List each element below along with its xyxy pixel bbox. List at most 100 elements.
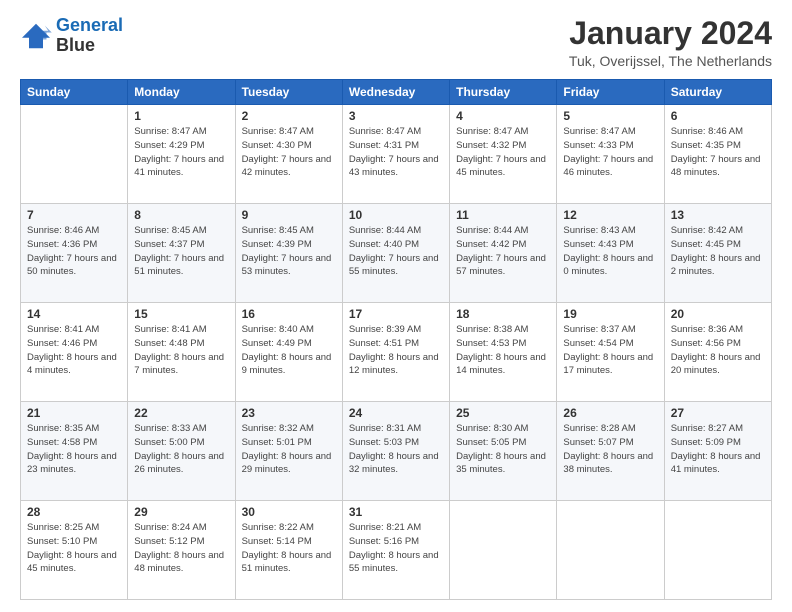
day-number: 24 bbox=[349, 406, 443, 420]
day-info: Sunrise: 8:30 AM Sunset: 5:05 PM Dayligh… bbox=[456, 422, 550, 477]
calendar-cell bbox=[557, 501, 664, 600]
day-number: 19 bbox=[563, 307, 657, 321]
calendar-cell bbox=[664, 501, 771, 600]
day-number: 22 bbox=[134, 406, 228, 420]
calendar-cell: 7 Sunrise: 8:46 AM Sunset: 4:36 PM Daylig… bbox=[21, 204, 128, 303]
day-info: Sunrise: 8:42 AM Sunset: 4:45 PM Dayligh… bbox=[671, 224, 765, 279]
logo-icon bbox=[20, 22, 52, 50]
calendar-header-monday: Monday bbox=[128, 80, 235, 105]
day-number: 1 bbox=[134, 109, 228, 123]
day-info: Sunrise: 8:47 AM Sunset: 4:31 PM Dayligh… bbox=[349, 125, 443, 180]
calendar-header-friday: Friday bbox=[557, 80, 664, 105]
calendar-week-row: 14Sunrise: 8:41 AM Sunset: 4:46 PM Dayli… bbox=[21, 303, 772, 402]
day-number: 15 bbox=[134, 307, 228, 321]
day-number: 6 bbox=[671, 109, 765, 123]
day-number: 26 bbox=[563, 406, 657, 420]
calendar-cell: 31 Sunrise: 8:21 AM Sunset: 5:16 PM Dayli… bbox=[342, 501, 449, 600]
calendar-cell: 23 Sunrise: 8:32 AM Sunset: 5:01 PM Dayli… bbox=[235, 402, 342, 501]
calendar-cell: 27 Sunrise: 8:27 AM Sunset: 5:09 PM Dayli… bbox=[664, 402, 771, 501]
day-info: Sunrise: 8:33 AM Sunset: 5:00 PM Dayligh… bbox=[134, 422, 228, 477]
day-info: Sunrise: 8:45 AM Sunset: 4:39 PM Dayligh… bbox=[242, 224, 336, 279]
day-number: 8 bbox=[134, 208, 228, 222]
calendar-cell: 17 Sunrise: 8:39 AM Sunset: 4:51 PM Dayli… bbox=[342, 303, 449, 402]
day-number: 23 bbox=[242, 406, 336, 420]
day-info: Sunrise: 8:47 AM Sunset: 4:33 PM Dayligh… bbox=[563, 125, 657, 180]
page: General Blue January 2024 Tuk, Overijsse… bbox=[0, 0, 792, 612]
calendar-cell: 1 Sunrise: 8:47 AM Sunset: 4:29 PM Daylig… bbox=[128, 105, 235, 204]
calendar-cell: 13 Sunrise: 8:42 AM Sunset: 4:45 PM Dayli… bbox=[664, 204, 771, 303]
day-info: Sunrise: 8:40 AM Sunset: 4:49 PM Dayligh… bbox=[242, 323, 336, 378]
day-number: 25 bbox=[456, 406, 550, 420]
header: General Blue January 2024 Tuk, Overijsse… bbox=[20, 16, 772, 69]
day-info: Sunrise: 8:47 AM Sunset: 4:32 PM Dayligh… bbox=[456, 125, 550, 180]
calendar-header-thursday: Thursday bbox=[450, 80, 557, 105]
day-info: Sunrise: 8:25 AM Sunset: 5:10 PM Dayligh… bbox=[27, 521, 121, 576]
calendar-cell: 20 Sunrise: 8:36 AM Sunset: 4:56 PM Dayli… bbox=[664, 303, 771, 402]
calendar-cell bbox=[21, 105, 128, 204]
day-number: 13 bbox=[671, 208, 765, 222]
day-info: Sunrise: 8:46 AM Sunset: 4:35 PM Dayligh… bbox=[671, 125, 765, 180]
day-number: 29 bbox=[134, 505, 228, 519]
calendar-cell: 26Sunrise: 8:28 AM Sunset: 5:07 PM Dayli… bbox=[557, 402, 664, 501]
day-number: 4 bbox=[456, 109, 550, 123]
day-info: Sunrise: 8:38 AM Sunset: 4:53 PM Dayligh… bbox=[456, 323, 550, 378]
logo: General Blue bbox=[20, 16, 123, 56]
calendar-cell: 14Sunrise: 8:41 AM Sunset: 4:46 PM Dayli… bbox=[21, 303, 128, 402]
calendar-table: SundayMondayTuesdayWednesdayThursdayFrid… bbox=[20, 79, 772, 600]
day-info: Sunrise: 8:47 AM Sunset: 4:29 PM Dayligh… bbox=[134, 125, 228, 180]
logo-text: General Blue bbox=[56, 16, 123, 56]
day-number: 9 bbox=[242, 208, 336, 222]
calendar-cell bbox=[450, 501, 557, 600]
day-info: Sunrise: 8:27 AM Sunset: 5:09 PM Dayligh… bbox=[671, 422, 765, 477]
day-number: 20 bbox=[671, 307, 765, 321]
calendar-header-saturday: Saturday bbox=[664, 80, 771, 105]
day-number: 7 bbox=[27, 208, 121, 222]
day-number: 5 bbox=[563, 109, 657, 123]
calendar-cell: 2Sunrise: 8:47 AM Sunset: 4:30 PM Daylig… bbox=[235, 105, 342, 204]
calendar-week-row: 21Sunrise: 8:35 AM Sunset: 4:58 PM Dayli… bbox=[21, 402, 772, 501]
day-number: 16 bbox=[242, 307, 336, 321]
calendar-cell: 21Sunrise: 8:35 AM Sunset: 4:58 PM Dayli… bbox=[21, 402, 128, 501]
day-number: 27 bbox=[671, 406, 765, 420]
calendar-cell: 15 Sunrise: 8:41 AM Sunset: 4:48 PM Dayli… bbox=[128, 303, 235, 402]
title-block: January 2024 Tuk, Overijssel, The Nether… bbox=[569, 16, 772, 69]
calendar-header-row: SundayMondayTuesdayWednesdayThursdayFrid… bbox=[21, 80, 772, 105]
day-number: 30 bbox=[242, 505, 336, 519]
calendar-week-row: 28Sunrise: 8:25 AM Sunset: 5:10 PM Dayli… bbox=[21, 501, 772, 600]
calendar-header-tuesday: Tuesday bbox=[235, 80, 342, 105]
day-number: 17 bbox=[349, 307, 443, 321]
calendar-cell: 24 Sunrise: 8:31 AM Sunset: 5:03 PM Dayli… bbox=[342, 402, 449, 501]
calendar-cell: 4 Sunrise: 8:47 AM Sunset: 4:32 PM Daylig… bbox=[450, 105, 557, 204]
day-number: 18 bbox=[456, 307, 550, 321]
day-info: Sunrise: 8:36 AM Sunset: 4:56 PM Dayligh… bbox=[671, 323, 765, 378]
calendar-cell: 12Sunrise: 8:43 AM Sunset: 4:43 PM Dayli… bbox=[557, 204, 664, 303]
day-info: Sunrise: 8:37 AM Sunset: 4:54 PM Dayligh… bbox=[563, 323, 657, 378]
day-number: 11 bbox=[456, 208, 550, 222]
day-number: 14 bbox=[27, 307, 121, 321]
day-info: Sunrise: 8:46 AM Sunset: 4:36 PM Dayligh… bbox=[27, 224, 121, 279]
day-info: Sunrise: 8:43 AM Sunset: 4:43 PM Dayligh… bbox=[563, 224, 657, 279]
calendar-cell: 22 Sunrise: 8:33 AM Sunset: 5:00 PM Dayli… bbox=[128, 402, 235, 501]
calendar-header-wednesday: Wednesday bbox=[342, 80, 449, 105]
day-info: Sunrise: 8:32 AM Sunset: 5:01 PM Dayligh… bbox=[242, 422, 336, 477]
day-info: Sunrise: 8:31 AM Sunset: 5:03 PM Dayligh… bbox=[349, 422, 443, 477]
day-number: 2 bbox=[242, 109, 336, 123]
day-info: Sunrise: 8:39 AM Sunset: 4:51 PM Dayligh… bbox=[349, 323, 443, 378]
day-info: Sunrise: 8:21 AM Sunset: 5:16 PM Dayligh… bbox=[349, 521, 443, 576]
calendar-cell: 29Sunrise: 8:24 AM Sunset: 5:12 PM Dayli… bbox=[128, 501, 235, 600]
calendar-header-sunday: Sunday bbox=[21, 80, 128, 105]
calendar-cell: 9 Sunrise: 8:45 AM Sunset: 4:39 PM Daylig… bbox=[235, 204, 342, 303]
calendar-cell: 19 Sunrise: 8:37 AM Sunset: 4:54 PM Dayli… bbox=[557, 303, 664, 402]
day-number: 10 bbox=[349, 208, 443, 222]
main-title: January 2024 bbox=[569, 16, 772, 51]
day-info: Sunrise: 8:44 AM Sunset: 4:40 PM Dayligh… bbox=[349, 224, 443, 279]
calendar-week-row: 7 Sunrise: 8:46 AM Sunset: 4:36 PM Daylig… bbox=[21, 204, 772, 303]
day-info: Sunrise: 8:44 AM Sunset: 4:42 PM Dayligh… bbox=[456, 224, 550, 279]
day-info: Sunrise: 8:45 AM Sunset: 4:37 PM Dayligh… bbox=[134, 224, 228, 279]
day-number: 31 bbox=[349, 505, 443, 519]
calendar-cell: 11 Sunrise: 8:44 AM Sunset: 4:42 PM Dayli… bbox=[450, 204, 557, 303]
calendar-cell: 6 Sunrise: 8:46 AM Sunset: 4:35 PM Daylig… bbox=[664, 105, 771, 204]
day-info: Sunrise: 8:41 AM Sunset: 4:48 PM Dayligh… bbox=[134, 323, 228, 378]
calendar-cell: 30Sunrise: 8:22 AM Sunset: 5:14 PM Dayli… bbox=[235, 501, 342, 600]
day-number: 3 bbox=[349, 109, 443, 123]
